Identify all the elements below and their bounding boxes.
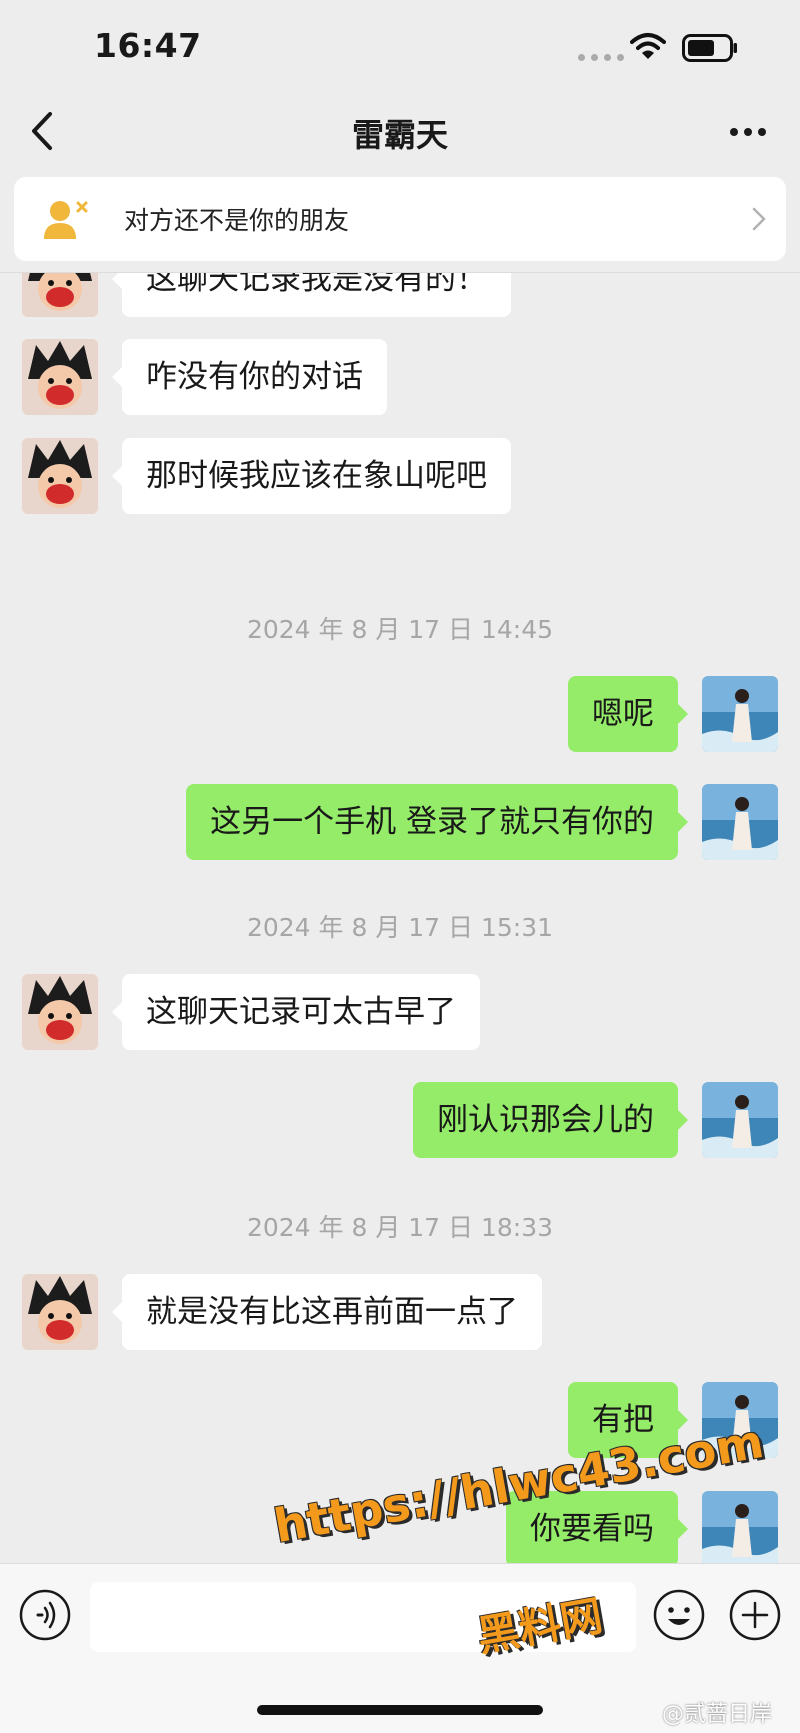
status-bar: 16:47 xyxy=(0,0,800,92)
banner-text: 对方还不是你的朋友 xyxy=(124,206,350,235)
not-friend-banner[interactable]: 对方还不是你的朋友 xyxy=(14,177,786,261)
message-list[interactable]: 这聊天记录我是没有的！ 咋没有你的对话 那时候我应该在象山呢吧 2024 年 8… xyxy=(0,273,800,1563)
message-row: 这聊天记录可太古早了 xyxy=(0,974,800,1050)
contact-avatar[interactable] xyxy=(22,974,98,1050)
message-bubble[interactable]: 刚认识那会儿的 xyxy=(413,1082,688,1158)
message-row: 这另一个手机 登录了就只有你的 xyxy=(0,784,800,860)
message-bubble[interactable]: 这另一个手机 登录了就只有你的 xyxy=(186,784,688,860)
message-row: 这聊天记录我是没有的！ xyxy=(0,273,800,317)
plus-icon[interactable] xyxy=(728,1588,782,1642)
message-timestamp: 2024 年 8 月 17 日 15:31 xyxy=(246,913,554,942)
user-avatar[interactable] xyxy=(702,1491,778,1563)
chevron-right-icon xyxy=(752,207,766,231)
message-bubble[interactable]: 嗯呢 xyxy=(568,676,688,752)
message-timestamp: 2024 年 8 月 17 日 18:33 xyxy=(246,1213,554,1242)
battery-icon xyxy=(682,34,737,62)
status-time: 16:47 xyxy=(94,26,202,65)
add-friend-icon xyxy=(44,201,88,239)
voice-icon[interactable] xyxy=(18,1588,72,1642)
user-avatar[interactable] xyxy=(702,676,778,752)
home-indicator[interactable] xyxy=(257,1705,543,1715)
message-timestamp: 2024 年 8 月 17 日 14:45 xyxy=(246,615,554,644)
contact-avatar[interactable] xyxy=(22,1274,98,1350)
signal-icon xyxy=(578,54,624,61)
contact-avatar[interactable] xyxy=(22,438,98,514)
chat-title: 雷霸天 xyxy=(351,116,448,154)
contact-avatar[interactable] xyxy=(22,273,98,317)
emoji-icon[interactable] xyxy=(652,1588,706,1642)
message-row: 那时候我应该在象山呢吧 xyxy=(0,438,800,514)
wifi-icon xyxy=(630,33,666,59)
message-bubble[interactable]: 咋没有你的对话 xyxy=(112,339,387,415)
message-bubble[interactable]: 那时候我应该在象山呢吧 xyxy=(112,438,511,514)
more-icon[interactable] xyxy=(726,114,770,150)
message-row: 咋没有你的对话 xyxy=(0,339,800,415)
message-bubble[interactable]: 就是没有比这再前面一点了 xyxy=(112,1274,542,1350)
message-bubble[interactable]: 这聊天记录我是没有的！ xyxy=(112,273,511,317)
message-bubble[interactable]: 这聊天记录可太古早了 xyxy=(112,974,480,1050)
watermark-weibo: @贰蔷日岸 xyxy=(662,1702,773,1727)
message-row: 嗯呢 xyxy=(0,676,800,752)
message-row: 刚认识那会儿的 xyxy=(0,1082,800,1158)
contact-avatar[interactable] xyxy=(22,339,98,415)
user-avatar[interactable] xyxy=(702,784,778,860)
user-avatar[interactable] xyxy=(702,1082,778,1158)
message-row: 就是没有比这再前面一点了 xyxy=(0,1274,800,1350)
nav-bar: 雷霸天 xyxy=(0,92,800,172)
